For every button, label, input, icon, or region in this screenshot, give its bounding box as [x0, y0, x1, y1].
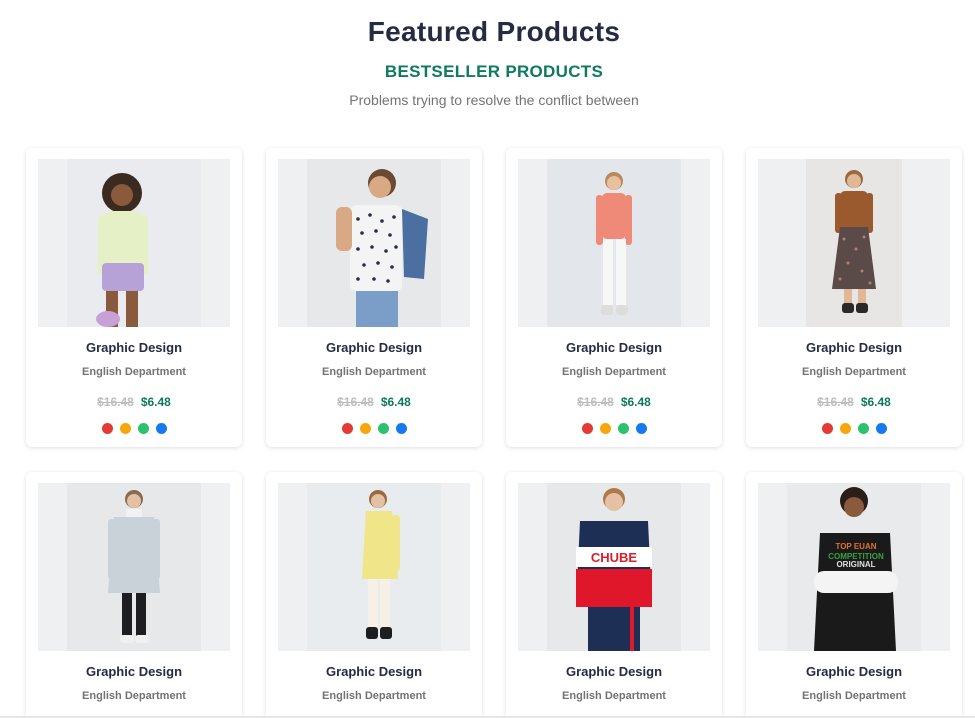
product-department: English Department [82, 690, 186, 702]
product-department: English Department [82, 366, 186, 378]
section-title: Featured Products [367, 16, 621, 47]
product-name[interactable]: Graphic Design [26, 664, 242, 679]
product-card[interactable]: CHUBE Graphic Design English Department [506, 472, 722, 718]
product-image[interactable] [38, 483, 230, 651]
product-image[interactable] [278, 159, 470, 327]
swatch-red[interactable] [341, 423, 353, 434]
swatch-green[interactable] [857, 423, 869, 434]
old-price: $16.48 [97, 395, 134, 409]
swatch-green[interactable] [377, 423, 389, 434]
product-card[interactable]: TOP EUAN COMPETITION ORIGINAL Graphic De… [746, 472, 962, 718]
swatch-red[interactable] [581, 423, 593, 434]
old-price: $16.48 [817, 395, 854, 409]
swatch-orange[interactable] [599, 423, 611, 434]
product-department: English Department [562, 366, 666, 378]
swatch-blue[interactable] [635, 423, 647, 434]
sale-price: $6.48 [380, 395, 411, 409]
svg-text:CHUBE: CHUBE [591, 550, 638, 565]
product-department: English Department [562, 690, 666, 702]
old-price: $16.48 [337, 395, 374, 409]
product-prices: $16.48 $6.48 [266, 395, 482, 409]
swatch-green[interactable] [617, 423, 629, 434]
product-card[interactable]: Graphic Design English Department $16.48… [746, 148, 962, 447]
section-subtitle: BESTSELLER PRODUCTS [384, 62, 604, 81]
product-card[interactable]: Graphic Design English Department $16.48… [266, 148, 482, 447]
product-card[interactable]: Graphic Design English Department [26, 472, 242, 718]
color-swatches [26, 423, 242, 434]
product-image[interactable]: CHUBE [518, 483, 710, 651]
product-prices: $16.48 $6.48 [506, 395, 722, 409]
product-card[interactable]: Graphic Design English Department [266, 472, 482, 718]
svg-text:ORIGINAL: ORIGINAL [836, 560, 875, 569]
product-department: English Department [802, 690, 906, 702]
swatch-blue[interactable] [875, 423, 887, 434]
product-image[interactable] [758, 159, 950, 327]
product-image[interactable]: TOP EUAN COMPETITION ORIGINAL [758, 483, 950, 651]
swatch-green[interactable] [137, 423, 149, 434]
product-card[interactable]: Graphic Design English Department $16.48… [506, 148, 722, 447]
sale-price: $6.48 [140, 395, 171, 409]
color-swatches [506, 423, 722, 434]
product-name[interactable]: Graphic Design [506, 340, 722, 355]
product-prices: $16.48 $6.48 [26, 395, 242, 409]
swatch-orange[interactable] [839, 423, 851, 434]
color-swatches [266, 423, 482, 434]
product-name[interactable]: Graphic Design [506, 664, 722, 679]
swatch-red[interactable] [101, 423, 113, 434]
product-name[interactable]: Graphic Design [26, 340, 242, 355]
product-name[interactable]: Graphic Design [266, 664, 482, 679]
product-department: English Department [802, 366, 906, 378]
sale-price: $6.48 [860, 395, 891, 409]
product-image[interactable] [278, 483, 470, 651]
color-swatches [746, 423, 962, 434]
svg-text:TOP EUAN: TOP EUAN [835, 542, 876, 551]
swatch-blue[interactable] [155, 423, 167, 434]
swatch-orange[interactable] [119, 423, 131, 434]
sale-price: $6.48 [620, 395, 651, 409]
section-description: Problems trying to resolve the conflict … [349, 92, 639, 108]
swatch-red[interactable] [821, 423, 833, 434]
swatch-blue[interactable] [395, 423, 407, 434]
product-prices: $16.48 $6.48 [746, 395, 962, 409]
product-name[interactable]: Graphic Design [266, 340, 482, 355]
product-name[interactable]: Graphic Design [746, 340, 962, 355]
product-department: English Department [322, 690, 426, 702]
product-name[interactable]: Graphic Design [746, 664, 962, 679]
product-card[interactable]: Graphic Design English Department $16.48… [26, 148, 242, 447]
product-department: English Department [322, 366, 426, 378]
swatch-orange[interactable] [359, 423, 371, 434]
product-image[interactable] [518, 159, 710, 327]
product-image[interactable] [38, 159, 230, 327]
old-price: $16.48 [577, 395, 614, 409]
